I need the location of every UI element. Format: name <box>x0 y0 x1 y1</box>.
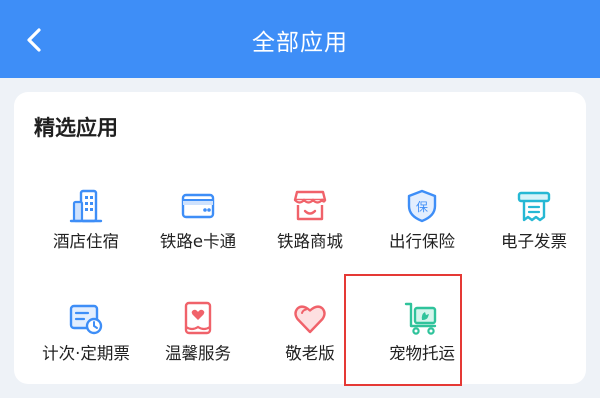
card-icon <box>181 193 215 219</box>
app-travel-insurance[interactable]: 保 出行保险 <box>366 188 478 280</box>
app-label: 铁路商城 <box>277 232 343 251</box>
app-hotel[interactable]: 酒店住宿 <box>30 188 142 280</box>
shop-icon <box>293 190 327 221</box>
app-label: 出行保险 <box>389 232 455 251</box>
featured-apps-card: 精选应用 酒店住宿 铁路e卡通 铁路商城 保 出行保险 电子发票 计次·定期票 … <box>14 92 586 386</box>
app-label: 计次·定期票 <box>42 344 130 363</box>
ticket-clock-icon <box>69 304 103 335</box>
svg-text:保: 保 <box>416 200 428 214</box>
pet-cart-icon <box>404 302 437 335</box>
app-pet-shipping[interactable]: 宠物托运 <box>366 300 478 392</box>
insurance-shield-icon: 保 <box>407 189 437 223</box>
app-railway-ecard[interactable]: 铁路e卡通 <box>142 188 254 280</box>
page-title: 全部应用 <box>252 30 348 56</box>
hotel-building-icon <box>69 189 103 223</box>
app-header: 全部应用 <box>0 0 600 78</box>
app-warm-service[interactable]: 温馨服务 <box>142 300 254 392</box>
heart-icon <box>294 305 326 334</box>
app-label: 温馨服务 <box>165 344 231 363</box>
heart-service-icon <box>184 301 212 335</box>
app-elderly-mode[interactable]: 敬老版 <box>254 300 366 392</box>
app-e-invoice[interactable]: 电子发票 <box>478 188 590 280</box>
app-periodic-ticket[interactable]: 计次·定期票 <box>30 300 142 392</box>
app-label: 酒店住宿 <box>53 232 119 251</box>
invoice-icon <box>517 191 551 222</box>
app-label: 敬老版 <box>285 344 335 363</box>
app-railway-mall[interactable]: 铁路商城 <box>254 188 366 280</box>
app-label: 宠物托运 <box>389 344 455 363</box>
app-label: 电子发票 <box>501 232 567 251</box>
section-title: 精选应用 <box>34 116 118 140</box>
app-label: 铁路e卡通 <box>159 232 237 251</box>
